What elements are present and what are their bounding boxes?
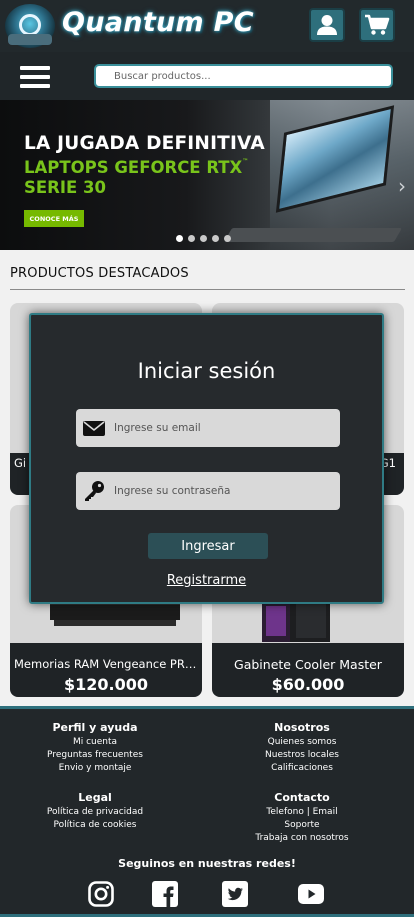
logo-ring xyxy=(19,14,41,36)
footer-heading: Contacto xyxy=(274,791,330,804)
login-button[interactable]: Ingresar xyxy=(148,533,268,559)
carousel-dots xyxy=(176,235,231,242)
email-field[interactable] xyxy=(76,409,340,447)
footer-link[interactable]: Soporte xyxy=(212,819,392,832)
banner-trademark: ™ xyxy=(242,158,249,165)
register-link[interactable]: Registrarme xyxy=(31,573,382,588)
carousel-dot[interactable] xyxy=(176,235,183,242)
hamburger-icon[interactable] xyxy=(20,66,50,88)
footer-heading: Legal xyxy=(78,791,112,804)
search-input[interactable] xyxy=(94,64,393,88)
product-name: Gabinete Cooler Master xyxy=(234,657,382,672)
banner-cta-button[interactable]: CONOCE MÁS xyxy=(24,210,84,227)
instagram-icon[interactable] xyxy=(88,881,114,907)
footer-heading: Nosotros xyxy=(274,721,330,734)
footer-profile-column: Perfil y ayuda Mi cuenta Preguntas frecu… xyxy=(5,721,185,775)
footer-about-column: Nosotros Quienes somos Nuestros locales … xyxy=(212,721,392,775)
email-input[interactable] xyxy=(108,409,336,447)
user-button[interactable] xyxy=(309,8,345,42)
youtube-icon[interactable] xyxy=(298,881,324,907)
footer-legal-column: Legal Política de privacidad Política de… xyxy=(5,791,185,832)
banner-headline: LA JUGADA DEFINITIVA xyxy=(24,133,265,154)
footer-link[interactable]: Calificaciones xyxy=(212,762,392,775)
carousel-dot[interactable] xyxy=(224,235,231,242)
login-title: Iniciar sesión xyxy=(137,359,276,383)
carousel-dot[interactable] xyxy=(200,235,207,242)
cart-icon xyxy=(365,14,390,35)
social-title: Seguinos en nuestras redes! xyxy=(118,857,296,870)
password-input[interactable] xyxy=(108,472,336,510)
carousel-dot[interactable] xyxy=(212,235,219,242)
footer-heading: Perfil y ayuda xyxy=(52,721,138,734)
banner-series: SERIE 30 xyxy=(24,178,106,197)
product-price: $60.000 xyxy=(271,675,345,694)
login-modal: Iniciar sesión Ingresar Registrarme xyxy=(29,313,384,604)
ram-image xyxy=(50,600,180,626)
product-name: Memorias RAM Vengeance PRO... xyxy=(14,657,202,671)
section-divider xyxy=(10,289,405,290)
footer-link[interactable]: Preguntas frecuentes xyxy=(5,749,185,762)
footer-link[interactable]: Quienes somos xyxy=(212,736,392,749)
section-title: PRODUCTOS DESTACADOS xyxy=(10,266,189,281)
twitter-icon[interactable] xyxy=(222,881,248,907)
site-footer: Perfil y ayuda Mi cuenta Preguntas frecu… xyxy=(0,709,414,917)
banner-subline: LAPTOPS GEFORCE RTX™ xyxy=(24,158,248,177)
pc-case-image xyxy=(262,600,330,642)
key-icon xyxy=(85,481,104,501)
top-header: Quantum PC xyxy=(0,0,414,52)
banner-subline-text: LAPTOPS GEFORCE RTX xyxy=(24,158,243,177)
footer-link[interactable]: Trabaja con nosotros xyxy=(212,832,392,845)
logo-base xyxy=(8,34,52,45)
brand-title[interactable]: Quantum PC xyxy=(62,7,254,38)
footer-link[interactable]: Política de cookies xyxy=(5,819,185,832)
footer-link[interactable]: Envio y montaje xyxy=(5,762,185,775)
cart-button[interactable] xyxy=(359,8,395,42)
laptop-base-image xyxy=(223,228,403,242)
chevron-right-icon[interactable]: › xyxy=(398,176,414,196)
footer-contact-column: Contacto Telefono | Email Soporte Trabaj… xyxy=(212,791,392,845)
envelope-icon xyxy=(83,421,105,436)
password-field[interactable] xyxy=(76,472,340,510)
carousel-dot[interactable] xyxy=(188,235,195,242)
user-icon xyxy=(317,15,337,35)
footer-link[interactable]: Política de privacidad xyxy=(5,806,185,819)
nav-bar xyxy=(0,52,414,100)
globe-logo[interactable] xyxy=(5,4,55,48)
footer-link[interactable]: Nuestros locales xyxy=(212,749,392,762)
footer-link[interactable]: Mi cuenta xyxy=(5,736,185,749)
product-price: $120.000 xyxy=(63,675,148,694)
facebook-icon[interactable] xyxy=(152,881,178,907)
footer-link[interactable]: Telefono | Email xyxy=(212,806,392,819)
